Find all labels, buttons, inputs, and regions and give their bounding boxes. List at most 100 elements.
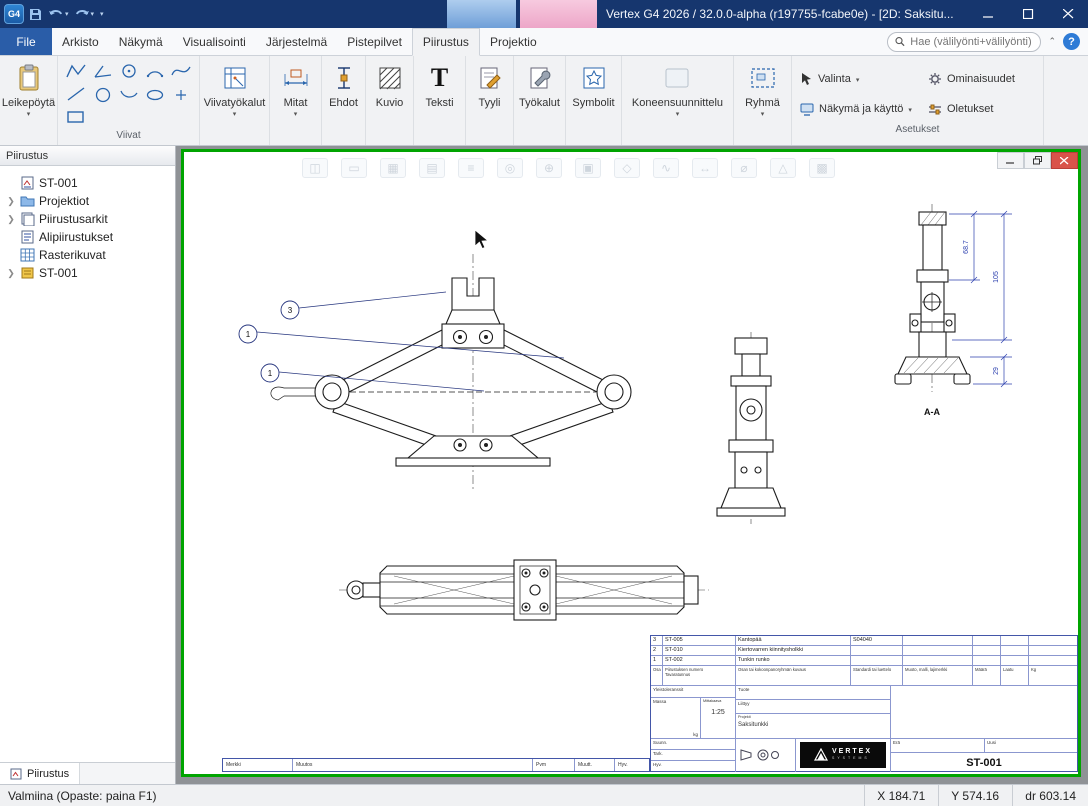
- tab-piirustus-panel[interactable]: Piirustus: [0, 763, 80, 784]
- tangent-arc-icon[interactable]: [117, 85, 141, 105]
- help-icon[interactable]: ?: [1063, 33, 1080, 50]
- section-aa-view: 68.7 105 29 A-A: [895, 204, 1012, 417]
- toolbar-icon[interactable]: ◇: [614, 158, 640, 178]
- part-std: [851, 656, 903, 666]
- teksti-button[interactable]: T Teksti: [422, 59, 456, 111]
- spline-icon[interactable]: [169, 61, 193, 81]
- status-y-coordinate: Y 574.16: [938, 785, 1012, 806]
- product-cell: Tuote: [736, 686, 891, 700]
- ominaisuudet-button[interactable]: Ominaisuudet: [928, 64, 1040, 94]
- toolbar-icon[interactable]: △: [770, 158, 796, 178]
- toolbar-icon[interactable]: ⌀: [731, 158, 757, 178]
- circle-center-icon[interactable]: [117, 61, 141, 81]
- tab-pistepilvet[interactable]: Pistepilvet: [337, 28, 412, 55]
- dimension-icon: [282, 61, 310, 95]
- chevron-down-icon: ▾: [908, 106, 912, 114]
- tab-arkisto[interactable]: Arkisto: [52, 28, 109, 55]
- tab-file[interactable]: File: [0, 28, 52, 55]
- tyokalut-button[interactable]: Työkalut: [516, 59, 563, 111]
- save-icon[interactable]: [27, 3, 44, 25]
- redo-icon[interactable]: ▾: [73, 3, 96, 25]
- child-restore-icon[interactable]: [1024, 152, 1051, 169]
- viivatyokalut-button[interactable]: Viivatyökalut ▾: [201, 59, 269, 120]
- angle-line-icon[interactable]: [91, 61, 115, 81]
- vertex-systems-logo: VERTEXSYSTEMS: [800, 742, 886, 768]
- child-window-controls: [997, 152, 1078, 169]
- tree-panel-header: Piirustus: [0, 146, 175, 166]
- nakyma-ja-kaytto-button[interactable]: Näkymä ja käyttö ▾: [800, 94, 922, 124]
- chevron-down-icon: ▾: [761, 110, 765, 118]
- tree-item-projektiot[interactable]: ❯ Projektiot: [0, 192, 175, 210]
- style-icon: [477, 61, 503, 95]
- expander-icon[interactable]: ❯: [6, 268, 16, 279]
- toolbar-icon[interactable]: ↔: [692, 158, 718, 178]
- circle-icon[interactable]: [91, 85, 115, 105]
- ryhma-button[interactable]: Ryhmä ▾: [742, 59, 783, 120]
- ehdot-button[interactable]: Ehdot: [326, 59, 361, 111]
- toolbar-icon[interactable]: ▭: [341, 158, 367, 178]
- tab-visualisointi[interactable]: Visualisointi: [173, 28, 256, 55]
- header-malli: Muoto, malli, lajimerkki: [903, 666, 973, 686]
- polyline-icon[interactable]: [64, 61, 88, 81]
- part-desc: Kantopää: [736, 636, 851, 646]
- mitat-button[interactable]: Mitat ▾: [279, 59, 313, 120]
- ellipse-icon[interactable]: [143, 85, 167, 105]
- maximize-icon[interactable]: [1008, 0, 1048, 28]
- toolbar-icon[interactable]: ▦: [380, 158, 406, 178]
- rectangle-icon[interactable]: [64, 107, 88, 127]
- projection-symbol-icon: [738, 746, 780, 764]
- search-icon: [895, 36, 905, 47]
- tyyli-button[interactable]: Tyyli: [474, 59, 506, 111]
- part-desc: Tunkin runko: [736, 656, 851, 666]
- koneensuunnittelu-button[interactable]: Koneensuunnittelu ▾: [629, 59, 726, 120]
- toolbar-icon[interactable]: ◎: [497, 158, 523, 178]
- part-std: [851, 646, 903, 656]
- drawing-window[interactable]: ◫ ▭ ▦ ▤ ≡ ◎ ⊕ ▣ ◇ ∿ ↔ ⌀ △ ▩: [181, 149, 1081, 777]
- tree-item-alipiirustukset[interactable]: Alipiirustukset: [0, 228, 175, 246]
- undo-icon[interactable]: ▾: [47, 3, 70, 25]
- search-input[interactable]: [910, 36, 1033, 48]
- select-cursor-icon: [800, 72, 813, 86]
- toolbar-icon[interactable]: ⊕: [536, 158, 562, 178]
- close-icon[interactable]: [1048, 0, 1088, 28]
- tree-item-rasterikuvat[interactable]: Rasterikuvat: [0, 246, 175, 264]
- toolbar-icon[interactable]: ▤: [419, 158, 445, 178]
- app-logo-icon[interactable]: G4: [4, 4, 24, 24]
- tab-nakyma[interactable]: Näkymä: [109, 28, 173, 55]
- point-icon[interactable]: [169, 85, 193, 105]
- ribbon-group-tyokalut: Työkalut: [514, 56, 566, 145]
- workspace: Piirustus ST-001 ❯ Projektiot ❯ Piirustu…: [0, 146, 1088, 784]
- oletukset-button[interactable]: Oletukset: [928, 94, 1040, 124]
- toolbar-icon[interactable]: ▣: [575, 158, 601, 178]
- collapse-ribbon-icon[interactable]: ⌃: [1048, 36, 1056, 47]
- symbolit-button[interactable]: Symbolit: [569, 59, 617, 111]
- tab-jarjestelma[interactable]: Järjestelmä: [256, 28, 337, 55]
- expander-icon[interactable]: ❯: [6, 214, 16, 225]
- line-icon[interactable]: [64, 84, 88, 104]
- tree-item-st001[interactable]: ❯ ST-001: [0, 264, 175, 282]
- toolbar-icon[interactable]: ∿: [653, 158, 679, 178]
- part-desc: Kiertovarren kiinnitysholkki: [736, 646, 851, 656]
- child-minimize-icon[interactable]: [997, 152, 1024, 169]
- toolbar-icon[interactable]: ≡: [458, 158, 484, 178]
- minimize-icon[interactable]: [968, 0, 1008, 28]
- tree-item-st001-root[interactable]: ST-001: [0, 174, 175, 192]
- expander-icon[interactable]: ❯: [6, 196, 16, 207]
- child-close-icon[interactable]: [1051, 152, 1078, 169]
- group-selection-icon: [749, 61, 777, 95]
- tab-piirustus[interactable]: Piirustus: [412, 28, 480, 56]
- customize-quick-access-icon[interactable]: ▾: [98, 3, 105, 25]
- toolbar-icon[interactable]: ▩: [809, 158, 835, 178]
- arc-icon[interactable]: [143, 61, 167, 81]
- tree-item-piirustusarkit[interactable]: ❯ Piirustusarkit: [0, 210, 175, 228]
- kuvio-button[interactable]: Kuvio: [373, 59, 407, 111]
- toolbar-icon[interactable]: ◫: [302, 158, 328, 178]
- balloon-3[interactable]: 3: [281, 292, 446, 319]
- tab-projektio[interactable]: Projektio: [480, 28, 547, 55]
- symbols-icon: [581, 61, 607, 95]
- dimension-105: 105: [993, 271, 1000, 283]
- tools-icon: [527, 61, 553, 95]
- valinta-button[interactable]: Valinta ▾: [800, 64, 922, 94]
- approver-cell: Hyv.: [651, 761, 736, 772]
- clipboard-button[interactable]: Leikepöytä ▾: [0, 59, 58, 120]
